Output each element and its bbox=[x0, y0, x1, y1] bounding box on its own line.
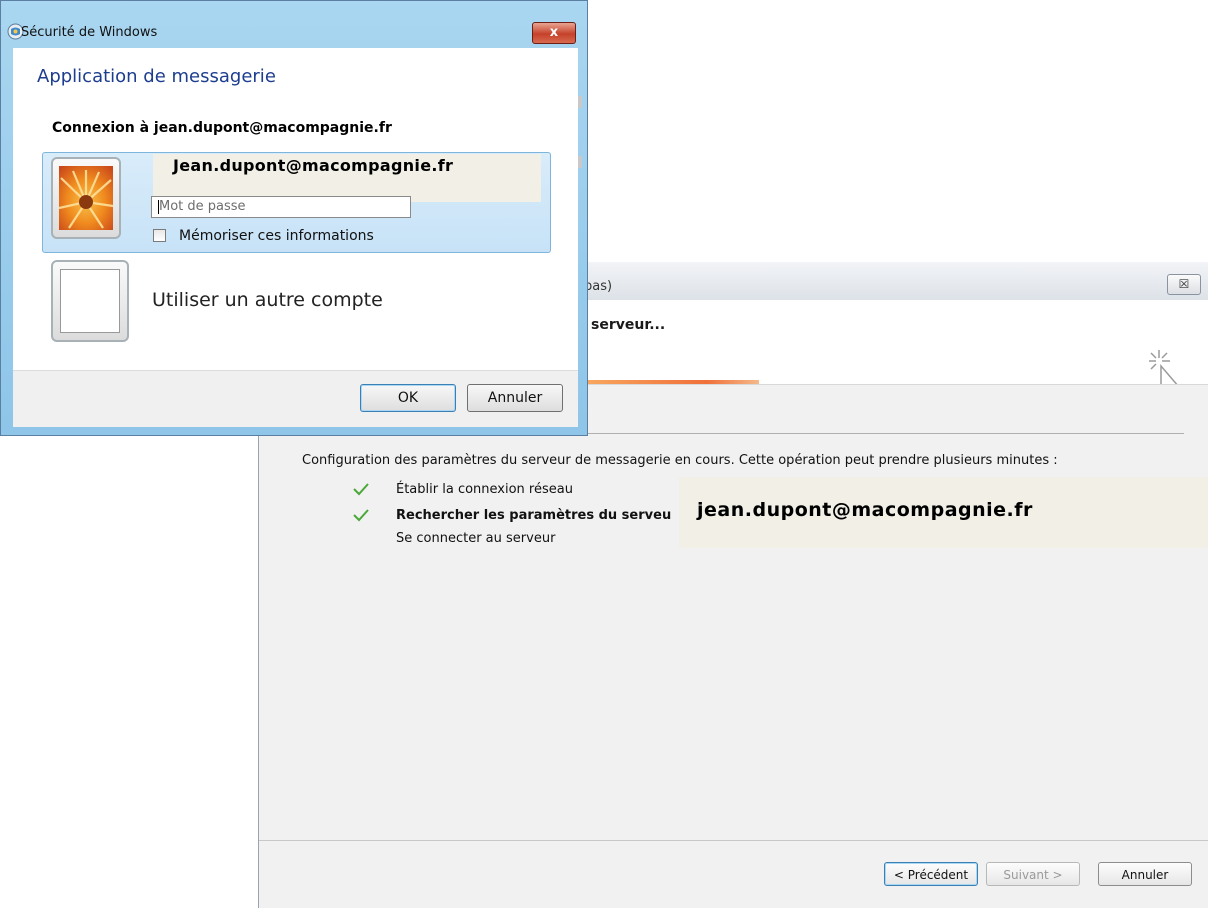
user-avatar bbox=[59, 166, 113, 230]
configuration-intro-text: Configuration des paramètres du serveur … bbox=[302, 453, 1058, 468]
other-account-frame bbox=[51, 260, 129, 342]
close-icon: x bbox=[549, 25, 559, 40]
password-field[interactable]: Mot de passe bbox=[151, 196, 411, 218]
use-other-account-label[interactable]: Utiliser un autre compte bbox=[152, 289, 383, 311]
dialog-footer: OK Annuler bbox=[13, 370, 578, 427]
other-account-tile[interactable] bbox=[51, 260, 131, 342]
text-caret bbox=[158, 200, 159, 214]
user-email-overlay: Jean.dupont@macompagnie.fr bbox=[153, 154, 541, 202]
wizard-cancel-button[interactable]: Annuler bbox=[1098, 862, 1192, 886]
next-button[interactable]: Suivant > bbox=[986, 862, 1080, 886]
close-icon: ☒ bbox=[1178, 277, 1190, 291]
user-email: Jean.dupont@macompagnie.fr bbox=[173, 156, 454, 175]
dialog-title: Sécurité de Windows bbox=[21, 25, 158, 40]
scrollbar[interactable] bbox=[578, 156, 582, 168]
blank-user-icon bbox=[60, 269, 120, 333]
wizard-footer: < Précédent Suivant > Annuler bbox=[259, 841, 1208, 908]
checkmark-icon bbox=[353, 483, 369, 496]
dialog-close-button[interactable]: x bbox=[532, 22, 576, 44]
scrollbar[interactable] bbox=[578, 96, 582, 108]
step-label: Se connecter au serveur bbox=[396, 531, 556, 546]
step-label: Établir la connexion réseau bbox=[396, 482, 573, 497]
windows-security-dialog: Sécurité de Windows x Application de mes… bbox=[0, 0, 588, 436]
wizard-title: bas) bbox=[584, 279, 613, 294]
user-picture-frame bbox=[51, 157, 121, 239]
wizard-close-button[interactable]: ☒ bbox=[1167, 274, 1201, 295]
dialog-cancel-button[interactable]: Annuler bbox=[467, 384, 563, 412]
step-label: Rechercher les paramètres du serveu bbox=[396, 508, 672, 523]
connect-to-label: Connexion à jean.dupont@macompagnie.fr bbox=[52, 120, 392, 136]
wizard-header-title: serveur... bbox=[591, 317, 666, 333]
flower-icon bbox=[59, 166, 113, 230]
wizard-body: Configuration des paramètres du serveur … bbox=[259, 385, 1208, 840]
ok-button[interactable]: OK bbox=[360, 384, 456, 412]
email-overlay: jean.dupont@macompagnie.fr bbox=[679, 477, 1208, 548]
password-placeholder: Mot de passe bbox=[159, 199, 246, 214]
dialog-content: Application de messagerie Connexion à je… bbox=[13, 48, 582, 370]
previous-button[interactable]: < Précédent bbox=[884, 862, 978, 886]
checkmark-icon bbox=[353, 509, 369, 522]
remember-label: Mémoriser ces informations bbox=[179, 228, 374, 244]
email-overlay-text: jean.dupont@macompagnie.fr bbox=[697, 499, 1033, 521]
remember-checkbox[interactable] bbox=[153, 229, 166, 242]
dialog-heading: Application de messagerie bbox=[37, 66, 276, 87]
